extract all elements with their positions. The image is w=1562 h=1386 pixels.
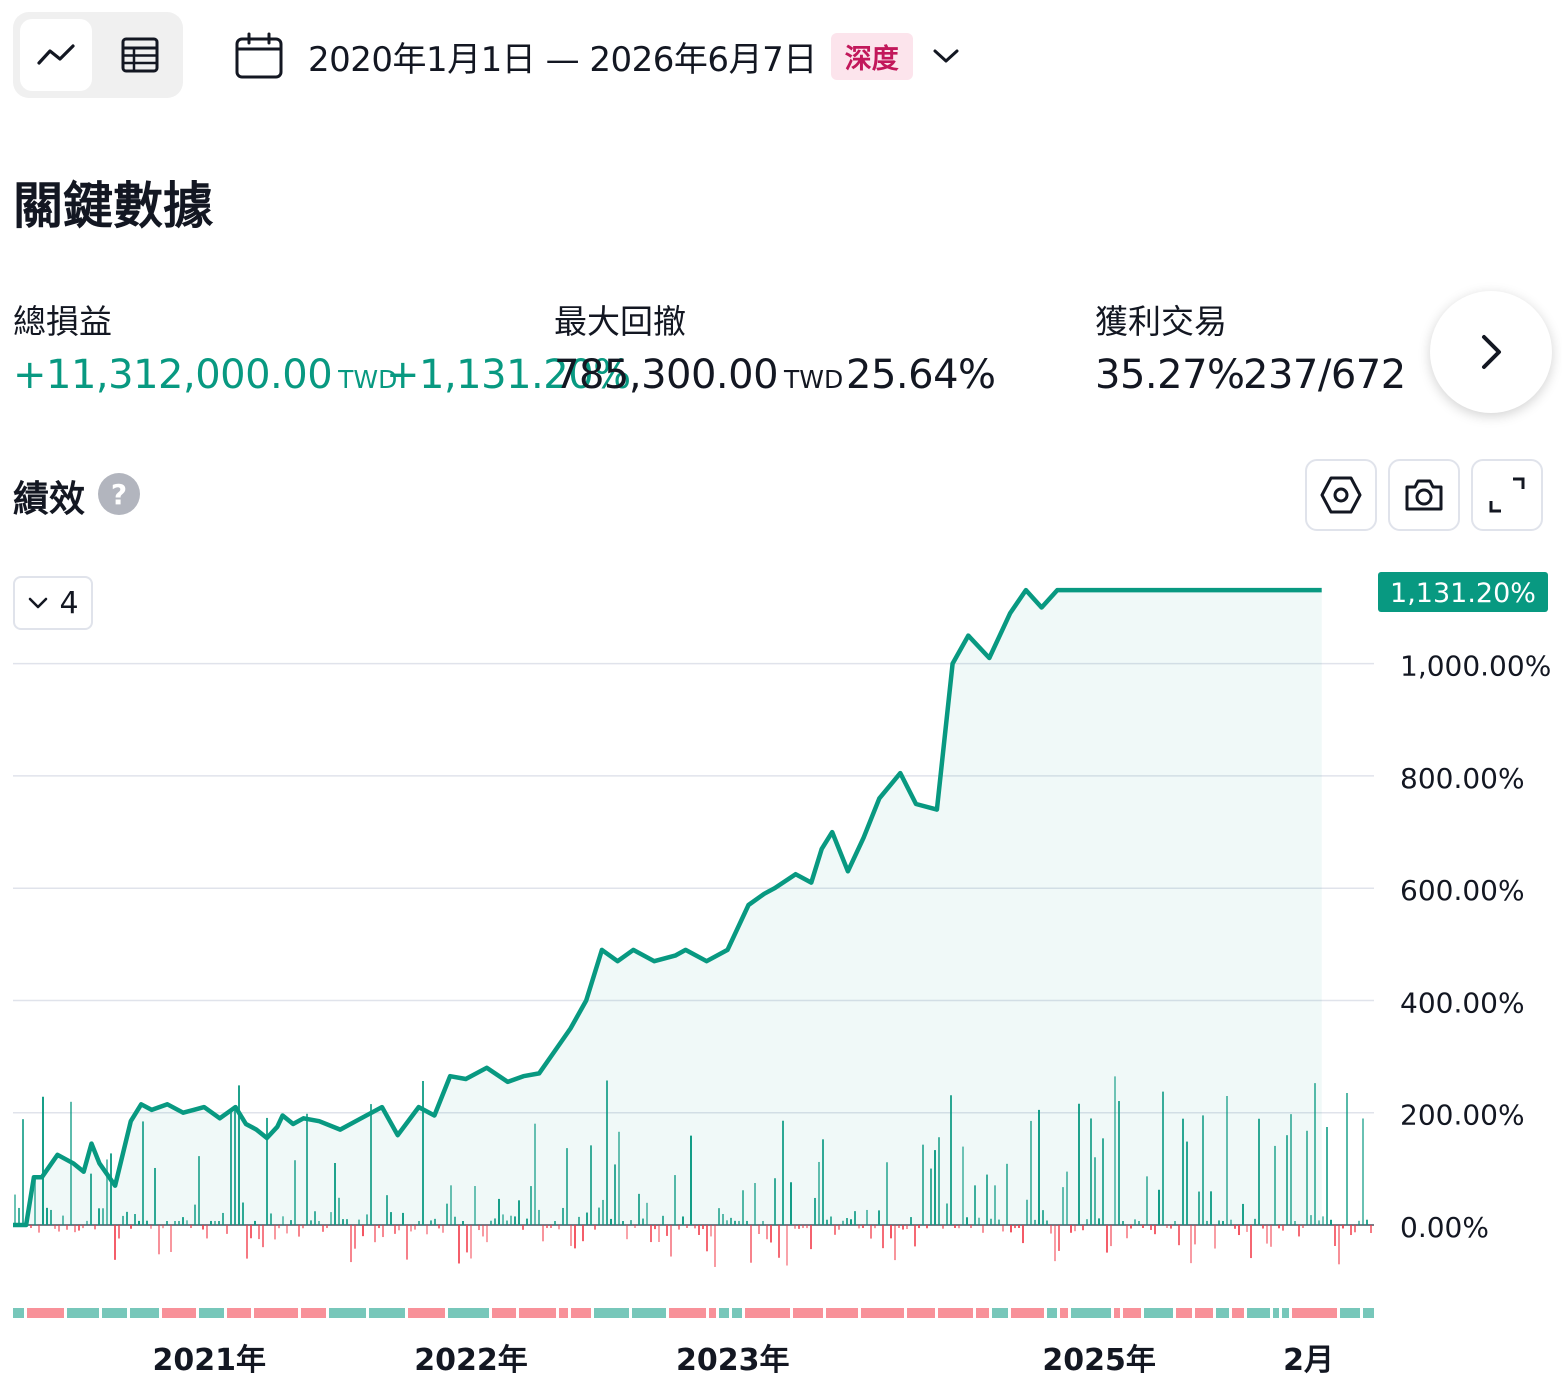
trade-strip-segment: [1047, 1308, 1057, 1318]
trade-strip-segment: [1114, 1308, 1120, 1318]
line-chart-icon: [37, 44, 75, 65]
y-tick-label: 200.00%: [1400, 1099, 1525, 1132]
date-range-text: 2020年1月1日 — 2026年6月7日: [308, 39, 817, 80]
y-tick-label: 800.00%: [1400, 762, 1525, 795]
trade-strip-segment: [907, 1308, 935, 1318]
table-view-button[interactable]: [104, 19, 176, 91]
trade-strip-segment: [1071, 1308, 1111, 1318]
max-drawdown-percent: 25.64%: [846, 352, 996, 398]
next-metrics-button[interactable]: [1430, 291, 1552, 413]
expand-icon: [1489, 477, 1525, 513]
y-tick-label: 0.00%: [1400, 1211, 1489, 1244]
equity-area: [13, 590, 1322, 1225]
trade-strip-segment: [1144, 1308, 1173, 1318]
total-pnl-value: +11,312,000.00 TWD: [13, 352, 397, 398]
trade-strip-segment: [1282, 1308, 1289, 1318]
trade-strip-segment: [162, 1308, 196, 1318]
trade-strip-segment: [369, 1308, 405, 1318]
trade-strip-segment: [1232, 1308, 1244, 1318]
trade-strip-segment: [1216, 1308, 1229, 1318]
settings-icon: [1320, 476, 1362, 514]
trade-strip-segment: [492, 1308, 516, 1318]
trade-strip-segment: [1247, 1308, 1270, 1318]
view-mode-toggle: [13, 12, 183, 98]
profitable-trades-label: 獲利交易: [1095, 302, 1227, 341]
x-tick-label: 2023年: [676, 1343, 790, 1378]
trade-strip-segment: [976, 1308, 989, 1318]
trade-strip-segment: [1195, 1308, 1213, 1318]
series-count: 4: [59, 585, 79, 621]
trade-strip-segment: [227, 1308, 251, 1318]
total-pnl-label: 總損益: [13, 302, 112, 341]
trade-strip-segment: [13, 1308, 24, 1318]
trade-strip-segment: [1060, 1308, 1068, 1318]
y-tick-label: 1,000.00%: [1400, 650, 1551, 683]
trade-strip-segment: [594, 1308, 629, 1318]
max-drawdown-amount: 785,300.00: [554, 352, 779, 398]
profitable-trades-ratio: 237/672: [1243, 352, 1406, 398]
trade-strip-segment: [408, 1308, 445, 1318]
trade-strip-segment: [938, 1308, 973, 1318]
trade-strip-segment: [719, 1308, 729, 1318]
x-tick-label: 2月: [1283, 1343, 1334, 1378]
series-toggle-button[interactable]: 4: [13, 576, 93, 630]
trade-strip-segment: [199, 1308, 224, 1318]
max-drawdown-label: 最大回撤: [554, 302, 686, 341]
fullscreen-button[interactable]: [1471, 459, 1543, 531]
trade-strip-segment: [826, 1308, 858, 1318]
x-tick-label: 2021年: [153, 1343, 267, 1378]
trade-strip-segment: [559, 1308, 568, 1318]
trade-strip-segment: [745, 1308, 790, 1318]
performance-chart[interactable]: 1,000.00% 800.00% 600.00% 400.00% 200.00% 0.0…: [0, 560, 1562, 1386]
trade-strip-segment: [130, 1308, 159, 1318]
trade-strip-segment: [793, 1308, 823, 1318]
trade-strip-segment: [1273, 1308, 1279, 1318]
trade-strip-segment: [519, 1308, 556, 1318]
x-tick-label: 2025年: [1042, 1343, 1156, 1378]
trade-strip-segment: [254, 1308, 298, 1318]
trade-strip-segment: [1363, 1308, 1374, 1318]
trade-strip-segment: [992, 1308, 1008, 1318]
chart-view-button[interactable]: [20, 19, 92, 91]
trade-strip-segment: [861, 1308, 904, 1318]
max-drawdown-value: 785,300.00 TWD: [554, 352, 843, 398]
help-icon[interactable]: ?: [98, 473, 140, 515]
y-tick-label: 400.00%: [1400, 986, 1525, 1019]
section-title: 關鍵數據: [13, 177, 213, 235]
trade-strip-segment: [102, 1308, 127, 1318]
trade-strip-segment: [1011, 1308, 1044, 1318]
trade-strip-segment: [571, 1308, 591, 1318]
current-value-label: 1,131.20%: [1390, 578, 1536, 609]
settings-button[interactable]: [1305, 459, 1377, 531]
x-tick-label: 2022年: [414, 1343, 528, 1378]
trade-strip-segment: [732, 1308, 742, 1318]
trade-strip-segment: [67, 1308, 99, 1318]
max-drawdown-unit: TWD: [784, 365, 844, 394]
y-tick-label: 600.00%: [1400, 874, 1525, 907]
trade-strip-segment: [329, 1308, 366, 1318]
profitable-trades-percent: 35.27%: [1095, 352, 1245, 398]
trade-strip-segment: [669, 1308, 706, 1318]
trade-strip-segment: [27, 1308, 64, 1318]
chevron-down-icon: [933, 49, 959, 63]
calendar-icon: [235, 32, 283, 79]
trade-strip-segment: [448, 1308, 489, 1318]
screenshot-button[interactable]: [1388, 459, 1460, 531]
camera-icon: [1405, 479, 1443, 511]
total-pnl-amount: +11,312,000.00: [13, 352, 333, 398]
table-icon: [121, 37, 159, 73]
chevron-right-icon: [1482, 335, 1501, 369]
trade-strip-segment: [301, 1308, 326, 1318]
trade-strip-segment: [1292, 1308, 1337, 1318]
trade-strip-segment: [1123, 1308, 1141, 1318]
trade-strip-segment: [1340, 1308, 1360, 1318]
trade-strip-segment: [709, 1308, 716, 1318]
deep-backtest-badge: 深度: [830, 32, 913, 80]
trade-strip-segment: [1176, 1308, 1192, 1318]
performance-title: 績效: [13, 479, 86, 520]
trade-strip-segment: [632, 1308, 666, 1318]
date-range-selector[interactable]: 2020年1月1日 — 2026年6月7日 深度: [234, 26, 961, 86]
chevron-down-icon: [29, 597, 48, 609]
